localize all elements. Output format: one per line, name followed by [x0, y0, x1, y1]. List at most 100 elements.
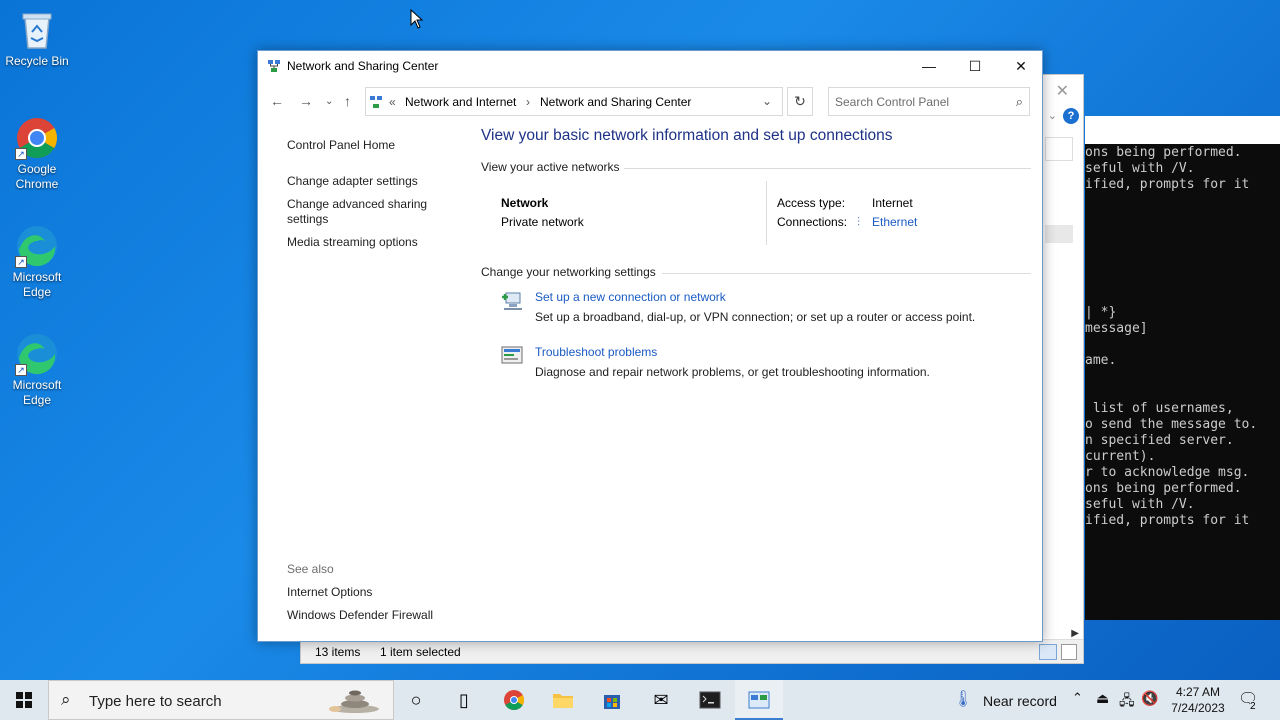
- section-divider: [624, 168, 1031, 169]
- desktop-icon-label: Google Chrome: [15, 162, 59, 191]
- selected-row-highlight: [1045, 225, 1073, 243]
- ethernet-icon: ⫶: [857, 215, 861, 229]
- desktop-icon-recycle-bin[interactable]: Recycle Bin: [0, 8, 74, 69]
- console-titlebar: [1085, 116, 1280, 144]
- help-icon[interactable]: ?: [1063, 108, 1079, 124]
- chrome-taskbar-icon[interactable]: [490, 680, 538, 720]
- taskbar: ⌕ ○ ▯ ✉ 🌡 Near record ⌃ ⏏ 🖧 🔇 4:27 AM 7/…: [0, 680, 1280, 720]
- console-line: ons being performed.: [1085, 145, 1242, 160]
- search-icon[interactable]: ⌕: [1016, 94, 1023, 110]
- breadcrumb-current[interactable]: Network and Sharing Center: [540, 95, 691, 109]
- console-line: current).: [1085, 449, 1156, 464]
- file-explorer-icon[interactable]: [539, 680, 587, 720]
- recent-locations-chevron-icon[interactable]: ⌄: [325, 96, 333, 107]
- close-button[interactable]: ✕: [998, 51, 1044, 81]
- console-line: ame.: [1085, 353, 1117, 368]
- control-panel-taskbar-icon[interactable]: [735, 680, 783, 720]
- microsoft-store-icon[interactable]: [588, 680, 636, 720]
- titlebar[interactable]: Network and Sharing Center — ☐ ✕: [258, 51, 1042, 81]
- change-advanced-sharing-settings-link[interactable]: Change advanced sharing settings: [287, 197, 437, 227]
- cortana-icon[interactable]: ○: [392, 680, 440, 720]
- network-tray-icon[interactable]: 🖧: [1119, 690, 1135, 714]
- breadcrumb-overflow[interactable]: «: [389, 95, 396, 109]
- maximize-button[interactable]: ☐: [952, 51, 998, 81]
- console-line: seful with /V.: [1085, 161, 1195, 176]
- thermometer-icon: 🌡: [953, 691, 974, 708]
- troubleshoot-problems-description: Diagnose and repair network problems, or…: [535, 365, 930, 379]
- large-icons-view-icon[interactable]: [1061, 644, 1077, 660]
- recycle-bin-icon: [15, 8, 59, 52]
- up-button[interactable]: ↑: [344, 93, 351, 109]
- windows-logo-icon: [16, 692, 32, 708]
- console-window[interactable]: ons being performed. seful with /V. ifie…: [1085, 144, 1280, 620]
- console-line: r to acknowledge msg.: [1085, 465, 1250, 480]
- refresh-button[interactable]: ↻: [787, 87, 813, 116]
- forward-button[interactable]: →: [299, 93, 313, 109]
- taskbar-search[interactable]: ⌕: [48, 680, 394, 720]
- terminal-icon[interactable]: [686, 680, 734, 720]
- desktop-icon-microsoft-edge-2[interactable]: ↗ Microsoft Edge: [0, 332, 74, 408]
- console-line: message]: [1085, 321, 1148, 336]
- weather-text[interactable]: Near record: [983, 693, 1057, 709]
- control-panel-icon: [369, 95, 383, 109]
- desktop-icon-label: Recycle Bin: [5, 54, 69, 68]
- console-line: ified, prompts for it: [1085, 513, 1250, 528]
- taskbar-search-input[interactable]: [89, 691, 289, 711]
- close-icon[interactable]: ✕: [1056, 81, 1069, 101]
- mail-icon[interactable]: ✉: [637, 680, 685, 720]
- task-view-icon[interactable]: ▯: [440, 680, 488, 720]
- address-dropdown-chevron-icon[interactable]: ⌄: [762, 94, 772, 108]
- clock[interactable]: 4:27 AM 7/24/2023: [1160, 684, 1236, 716]
- scroll-right-icon[interactable]: ▶: [1071, 628, 1079, 639]
- search-box[interactable]: ⌕: [828, 87, 1030, 116]
- desktop-icon-google-chrome[interactable]: ↗ Google Chrome: [0, 116, 74, 192]
- console-line: list of usernames,: [1085, 401, 1234, 416]
- network-sharing-center-window: Network and Sharing Center — ☐ ✕ ← → ⌄ ↑…: [257, 50, 1043, 642]
- edge-icon: ↗: [15, 224, 59, 268]
- active-networks-label: View your active networks: [481, 160, 620, 174]
- address-bar[interactable]: « Network and Internet › Network and Sha…: [365, 87, 783, 116]
- network-name: Network: [501, 196, 549, 210]
- window-title: Network and Sharing Center: [287, 59, 439, 73]
- internet-options-link[interactable]: Internet Options: [287, 585, 372, 600]
- breadcrumb-network-and-internet[interactable]: Network and Internet: [405, 95, 516, 109]
- console-line: seful with /V.: [1085, 497, 1195, 512]
- see-also-label: See also: [287, 562, 334, 576]
- setup-new-connection-link[interactable]: Set up a new connection or network: [535, 290, 726, 304]
- chrome-icon: ↗: [15, 116, 59, 160]
- usb-device-icon[interactable]: ⏏: [1096, 690, 1109, 707]
- windows-defender-firewall-link[interactable]: Windows Defender Firewall: [287, 608, 433, 623]
- vertical-divider: [766, 181, 767, 245]
- back-button[interactable]: ←: [270, 93, 284, 109]
- search-highlight-image-icon: [321, 687, 387, 715]
- section-divider: [662, 273, 1031, 274]
- network-center-icon: [267, 59, 281, 73]
- minimize-button[interactable]: —: [906, 51, 952, 81]
- desktop-icon-microsoft-edge[interactable]: ↗ Microsoft Edge: [0, 224, 74, 300]
- setup-new-connection-description: Set up a broadband, dial-up, or VPN conn…: [535, 310, 976, 324]
- ethernet-connection-link[interactable]: Ethernet: [872, 215, 917, 229]
- troubleshoot-problems-link[interactable]: Troubleshoot problems: [535, 345, 657, 359]
- connections-label: Connections:: [777, 215, 848, 229]
- details-view-icon[interactable]: [1039, 644, 1057, 660]
- clock-date: 7/24/2023: [1171, 701, 1225, 715]
- search-input[interactable]: [835, 93, 1005, 111]
- background-search-field[interactable]: [1045, 137, 1073, 161]
- address-row: ← → ⌄ ↑ « Network and Internet › Network…: [258, 87, 1042, 117]
- desktop-icon-label: Microsoft Edge: [12, 378, 62, 407]
- desktop-icon-label: Microsoft Edge: [12, 270, 62, 299]
- chevron-down-icon[interactable]: ⌄: [1048, 109, 1057, 122]
- breadcrumb-separator: ›: [526, 95, 530, 109]
- control-panel-home-link[interactable]: Control Panel Home: [287, 138, 395, 153]
- access-type-label: Access type:: [777, 196, 846, 210]
- shortcut-arrow-icon: ↗: [15, 256, 27, 268]
- status-item-count: 13 items: [315, 645, 361, 659]
- show-hidden-icons-chevron-icon[interactable]: ⌃: [1072, 690, 1083, 706]
- volume-muted-icon[interactable]: 🔇: [1141, 690, 1158, 707]
- media-streaming-options-link[interactable]: Media streaming options: [287, 235, 418, 250]
- console-line: o send the message to.: [1085, 417, 1258, 432]
- console-line: | *}: [1085, 305, 1117, 320]
- console-line: n specified server.: [1085, 433, 1234, 448]
- start-button[interactable]: [0, 680, 48, 720]
- change-adapter-settings-link[interactable]: Change adapter settings: [287, 174, 418, 189]
